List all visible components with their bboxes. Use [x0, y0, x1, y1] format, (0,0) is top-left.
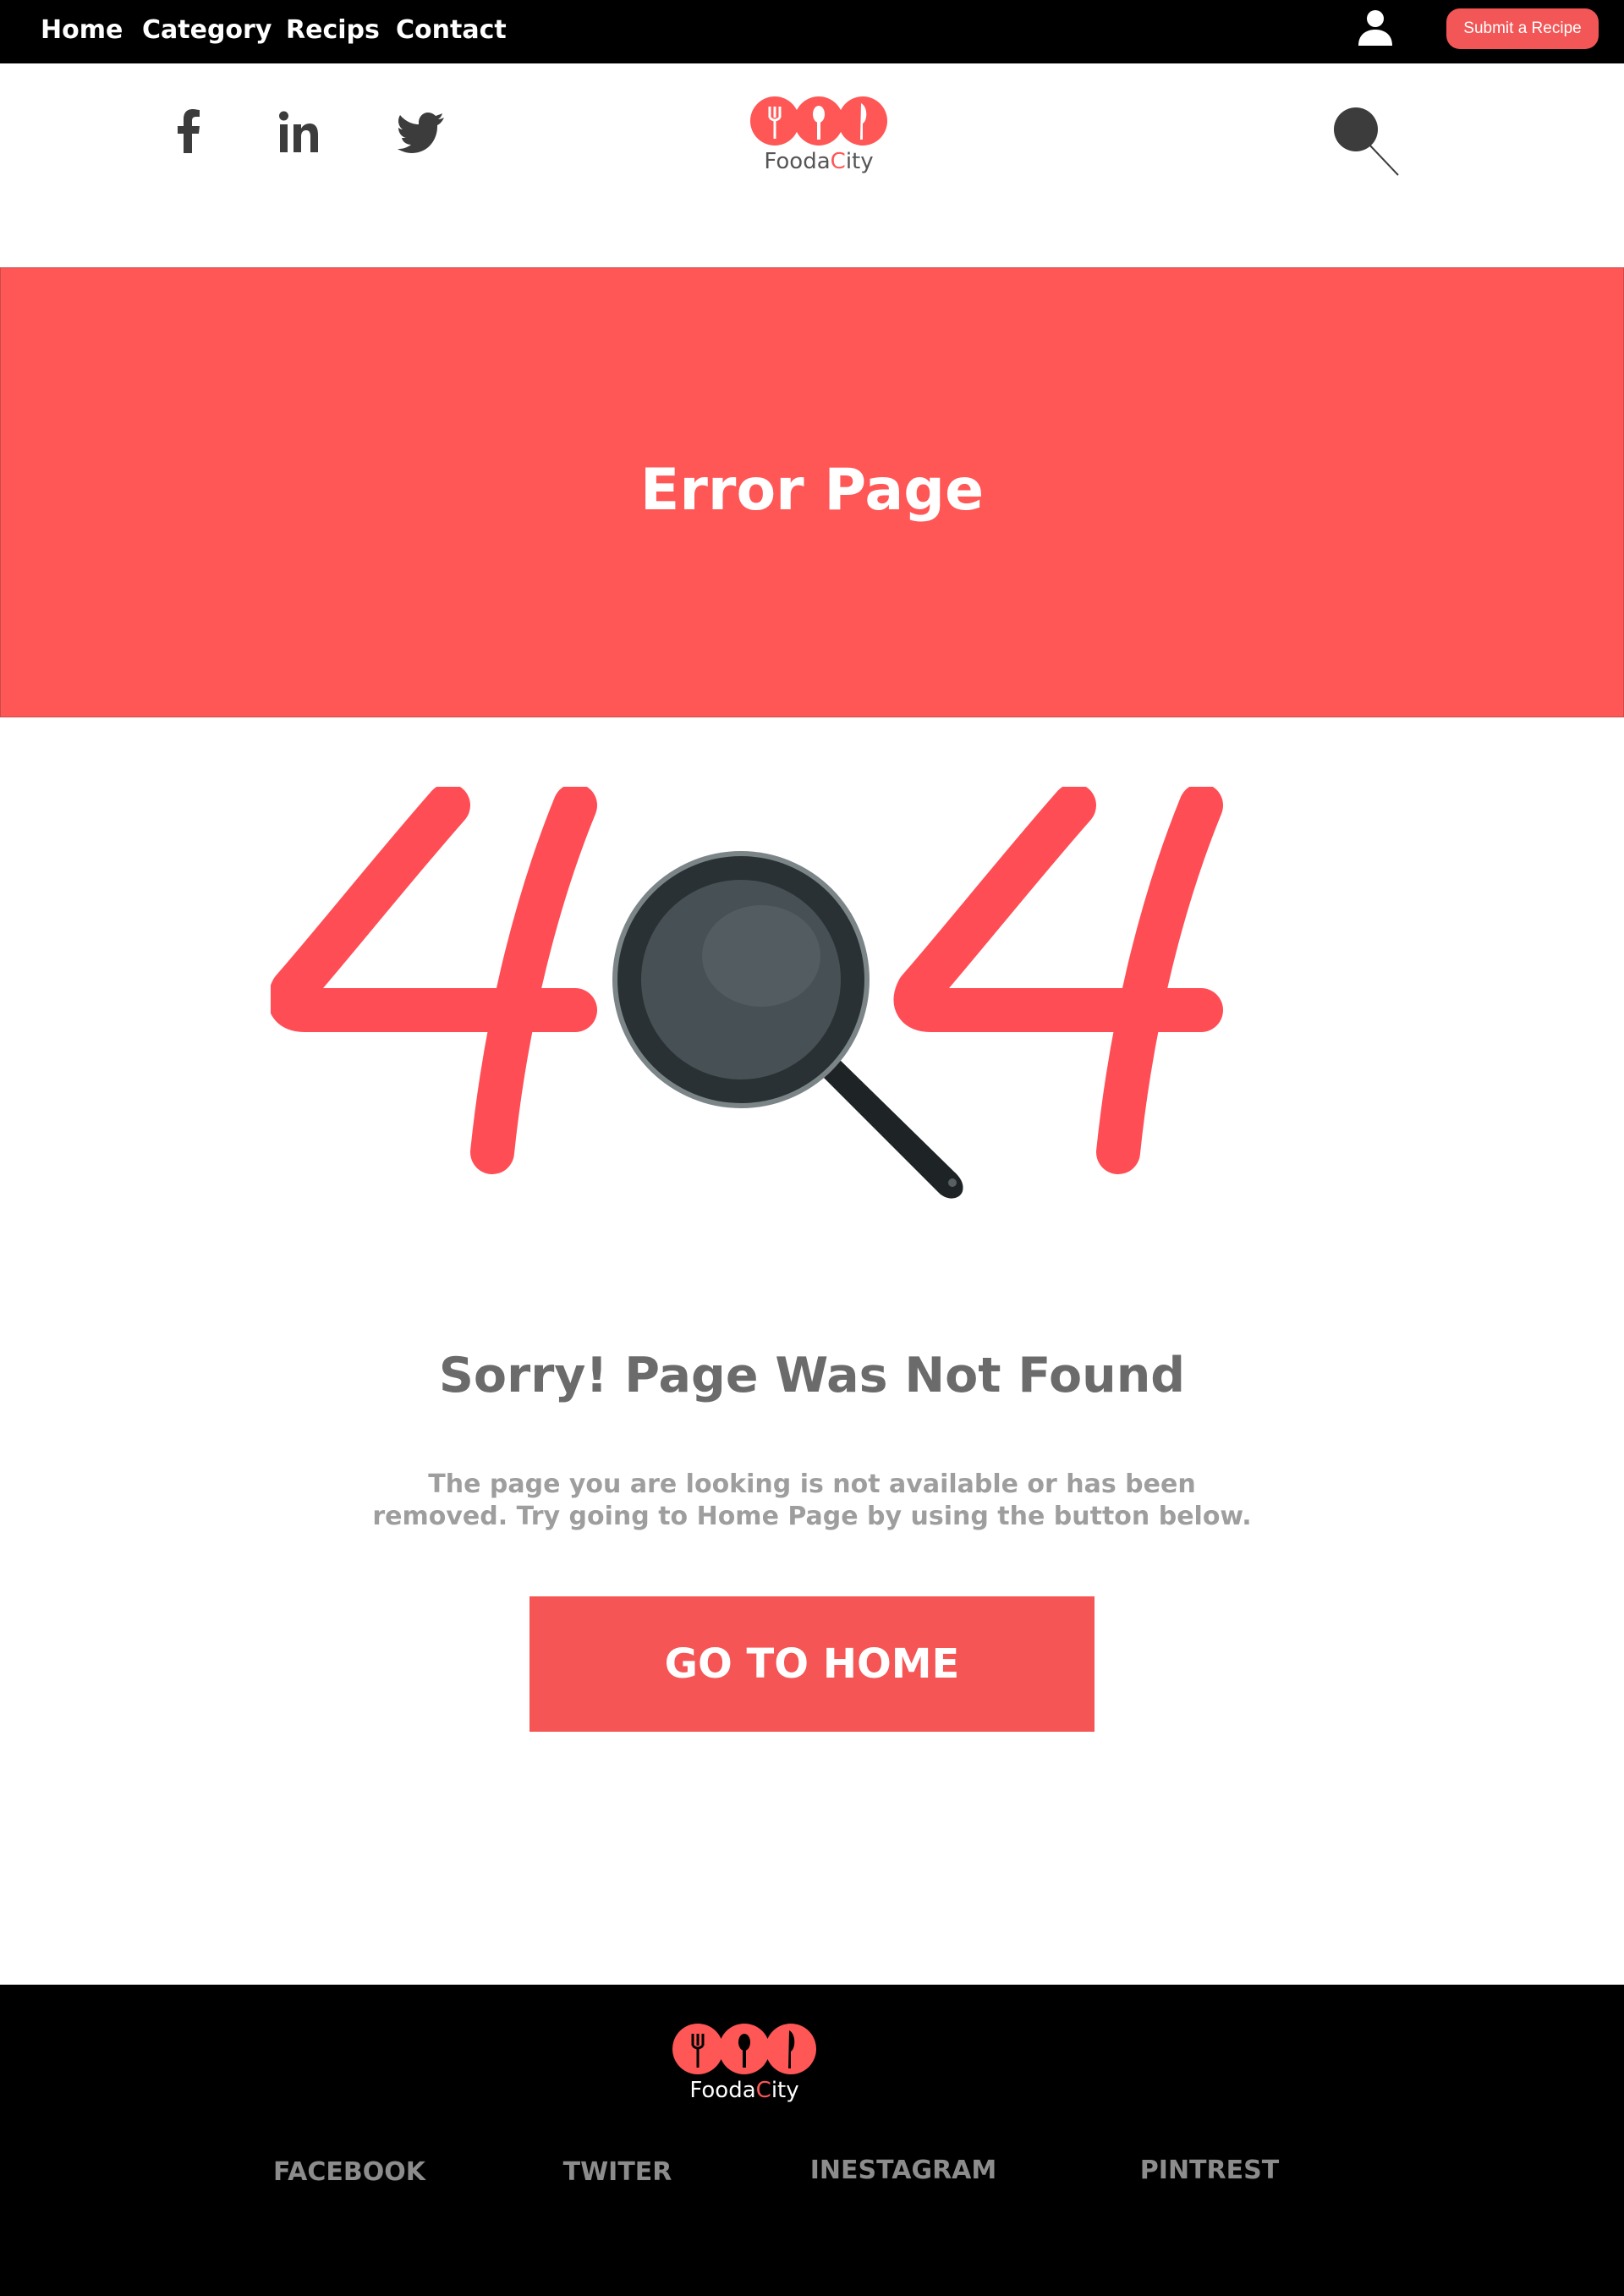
footer-link-twitter[interactable]: TWITER	[563, 2157, 672, 2187]
error-404-illustration	[267, 783, 1235, 1210]
page-title: Error Page	[639, 457, 985, 524]
user-account-icon[interactable]	[1355, 7, 1396, 47]
error-message: The page you are looking is not availabl…	[372, 1469, 1252, 1531]
site-logo[interactable]: FoodaCity	[749, 95, 888, 179]
digit-four-right	[893, 783, 1223, 1174]
facebook-icon[interactable]	[171, 106, 205, 160]
error-heading: Sorry! Page Was Not Found	[438, 1348, 1186, 1403]
twitter-icon[interactable]	[398, 106, 447, 160]
footer-link-facebook[interactable]: FACEBOOK	[273, 2157, 425, 2187]
footer-logo[interactable]: FoodaCity	[672, 2022, 817, 2106]
footer-link-instagram[interactable]: INESTAGRAM	[810, 2156, 997, 2185]
nav-contact-link[interactable]: Contact	[396, 15, 507, 45]
linkedin-icon[interactable]	[277, 106, 320, 160]
footer-link-pinterest[interactable]: PINTREST	[1140, 2156, 1279, 2185]
logo-wordmark: FoodaCity	[764, 149, 874, 174]
go-to-home-button[interactable]: GO TO HOME	[529, 1596, 1095, 1732]
submit-recipe-button[interactable]: Submit a Recipe	[1446, 8, 1599, 49]
nav-category-link[interactable]: Category	[142, 15, 272, 45]
nav-home-link[interactable]: Home	[41, 15, 123, 45]
search-icon[interactable]	[1332, 106, 1400, 178]
footer-logo-wordmark: FoodaCity	[689, 2078, 799, 2103]
digit-four-left	[267, 783, 597, 1174]
nav-recipes-link[interactable]: Recips	[286, 15, 380, 45]
